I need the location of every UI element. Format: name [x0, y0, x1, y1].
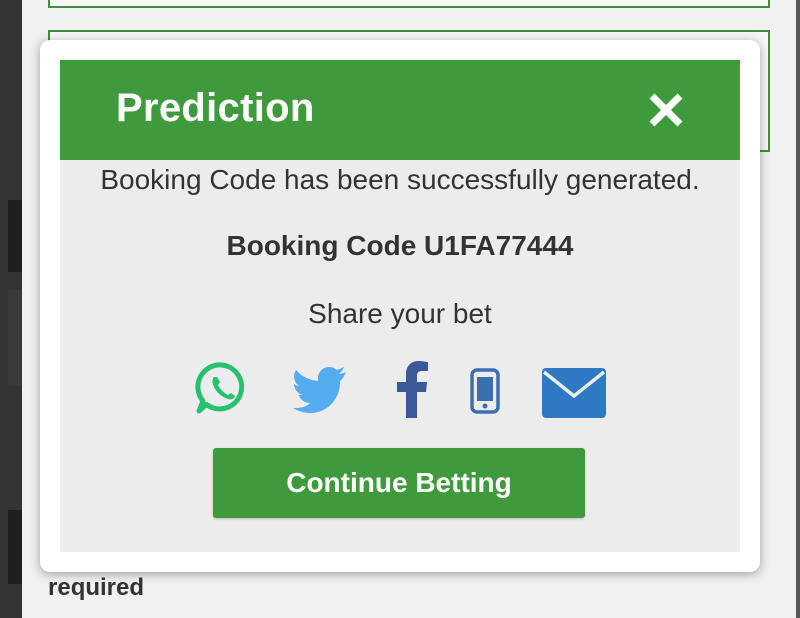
modal-content: Prediction Booking Code has been success…	[60, 60, 740, 552]
modal-title: Prediction	[116, 86, 315, 130]
modal-header: Prediction	[60, 60, 740, 160]
continue-betting-button[interactable]: Continue Betting	[213, 448, 585, 518]
background-side-block	[8, 510, 22, 584]
share-icons-row	[60, 360, 740, 422]
success-message: Booking Code has been successfully gener…	[100, 164, 700, 195]
booking-code: Booking Code U1FA77444	[226, 230, 574, 261]
prediction-modal: Prediction Booking Code has been success…	[40, 40, 760, 572]
sms-phone-icon[interactable]	[470, 368, 500, 414]
background-side-block	[8, 200, 22, 272]
background-side-block	[8, 290, 22, 386]
background-scrollbar	[796, 0, 800, 618]
facebook-icon[interactable]	[394, 360, 430, 418]
share-label: Share your bet	[308, 298, 492, 329]
close-icon	[649, 93, 683, 127]
close-button[interactable]	[644, 88, 688, 132]
twitter-icon[interactable]	[292, 366, 348, 414]
background-card-top	[48, 0, 770, 8]
required-label: required	[48, 574, 145, 601]
email-icon[interactable]	[542, 368, 606, 418]
whatsapp-icon[interactable]	[194, 360, 250, 416]
